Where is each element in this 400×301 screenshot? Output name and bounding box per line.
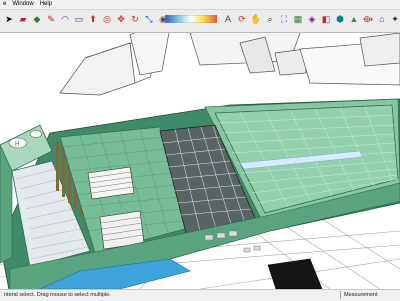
measurements-box[interactable]: Measurement <box>340 291 400 299</box>
main-toolbar: ➤ ▰ ◆ ✎ ◠ ▭ ⬆ ◎ ✥ ↻ ⤡ ◉ A ⟳ ✋ ⌕ ⛶ ▦ ◈ ◧ … <box>0 10 400 33</box>
style-icon[interactable]: ◈ <box>306 13 318 26</box>
rotate-icon[interactable]: ↻ <box>129 13 141 26</box>
svg-text:H: H <box>15 141 20 148</box>
zoom-icon[interactable]: ⌕ <box>264 13 276 26</box>
paint-bucket-icon[interactable]: ◆ <box>31 13 43 26</box>
status-message: nteral select. Drag mouse to select mult… <box>4 292 111 298</box>
menu-bar: e Window Help <box>0 0 400 10</box>
zoom-extents-icon[interactable]: ⛶ <box>278 13 290 26</box>
menu-item-edit[interactable]: e <box>0 0 9 9</box>
select-arrow-icon[interactable]: ➤ <box>3 13 15 26</box>
status-bar: nteral select. Drag mouse to select mult… <box>0 289 400 301</box>
text-icon[interactable]: A <box>222 13 234 26</box>
rectangle-icon[interactable]: ▭ <box>73 13 85 26</box>
menu-item-window[interactable]: Window <box>9 0 36 9</box>
background-buildings <box>59 33 400 96</box>
line-pencil-icon[interactable]: ✎ <box>45 13 57 26</box>
building-model: H <box>0 33 400 289</box>
pan-icon[interactable]: ✋ <box>250 13 262 26</box>
sunken-court <box>267 258 323 289</box>
offset-icon[interactable]: ◎ <box>101 13 113 26</box>
color-scale-bar <box>165 15 217 23</box>
scenes-icon[interactable]: ▦ <box>292 13 304 26</box>
orbit-icon[interactable]: ⟳ <box>236 13 248 26</box>
warehouse-icon[interactable]: ⌂ <box>376 13 388 26</box>
arc-icon[interactable]: ◠ <box>59 13 71 26</box>
component-icon[interactable]: ⬢ <box>334 13 346 26</box>
model-viewport[interactable]: H <box>0 33 400 289</box>
scale-icon[interactable]: ⤡ <box>143 13 155 26</box>
menu-item-help[interactable]: Help <box>37 0 55 9</box>
sandbox-icon[interactable]: ▲ <box>348 13 360 26</box>
move-icon[interactable]: ✥ <box>115 13 127 26</box>
push-pull-icon[interactable]: ⬆ <box>87 13 99 26</box>
seating-block-upper <box>87 166 135 200</box>
section-plane-icon[interactable]: ◧ <box>320 13 332 26</box>
extension-icon[interactable]: ✦ <box>389 13 400 26</box>
eraser-icon[interactable]: ▰ <box>17 13 29 26</box>
follow-me-icon[interactable]: ⟴ <box>362 13 374 26</box>
